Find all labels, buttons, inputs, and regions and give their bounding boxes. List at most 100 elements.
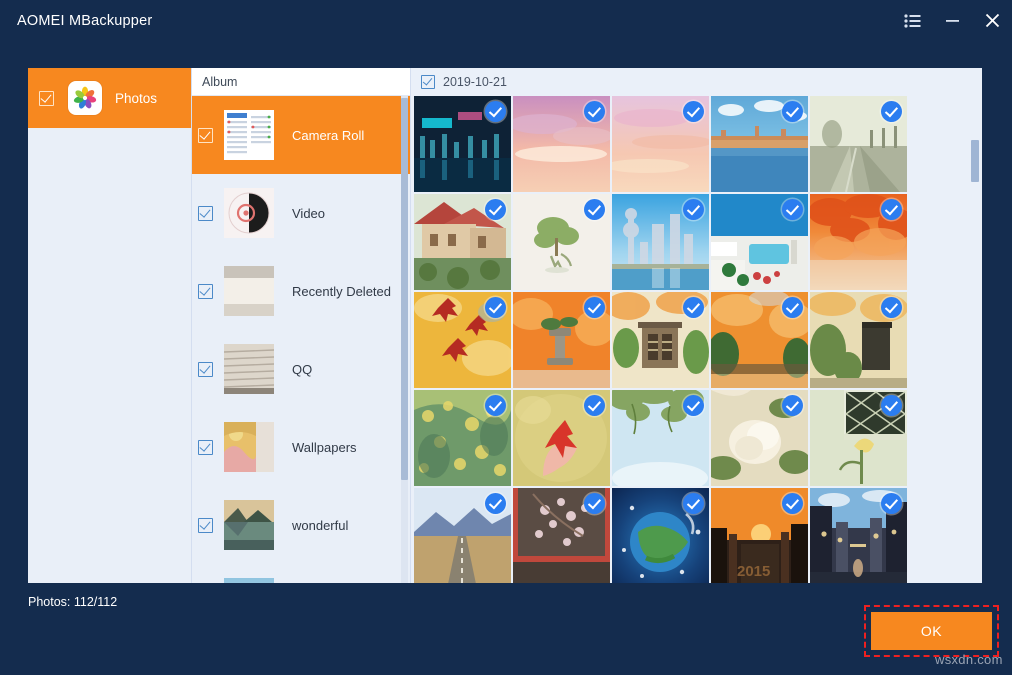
photo-selected-badge[interactable] bbox=[782, 395, 803, 416]
photo-thumbnail[interactable] bbox=[513, 292, 610, 388]
photos-checkbox[interactable] bbox=[39, 91, 54, 106]
photo-thumbnail[interactable]: 2015 bbox=[711, 488, 808, 584]
content-frame: Photos Album bbox=[0, 41, 1012, 675]
close-icon[interactable] bbox=[972, 0, 1012, 41]
photo-selected-badge[interactable] bbox=[683, 297, 704, 318]
photo-thumbnail[interactable] bbox=[612, 390, 709, 486]
app-title: AOMEI MBackupper bbox=[17, 13, 152, 29]
album-panel: Album bbox=[191, 68, 410, 624]
photo-selected-badge[interactable] bbox=[683, 199, 704, 220]
sidebar: Photos bbox=[28, 68, 191, 624]
album-checkbox[interactable] bbox=[198, 128, 213, 143]
ok-button[interactable]: OK bbox=[871, 612, 992, 650]
album-item-recently-deleted[interactable]: Recently Deleted bbox=[192, 252, 410, 330]
photo-selected-badge[interactable] bbox=[485, 297, 506, 318]
photo-selected-badge[interactable] bbox=[584, 297, 605, 318]
album-item-wallpapers[interactable]: Wallpapers bbox=[192, 408, 410, 486]
svg-text:2015: 2015 bbox=[737, 563, 770, 580]
photo-selected-badge[interactable] bbox=[683, 493, 704, 514]
album-scrollbar-thumb[interactable] bbox=[401, 98, 408, 480]
photo-thumbnail[interactable] bbox=[414, 292, 511, 388]
date-group-checkbox[interactable] bbox=[421, 75, 435, 89]
album-checkbox[interactable] bbox=[198, 440, 213, 455]
photo-thumbnail[interactable] bbox=[414, 194, 511, 290]
photo-selected-badge[interactable] bbox=[485, 493, 506, 514]
list-view-icon[interactable] bbox=[892, 0, 932, 41]
photo-thumbnail[interactable] bbox=[513, 390, 610, 486]
photo-selected-badge[interactable] bbox=[881, 297, 902, 318]
photo-thumbnail[interactable] bbox=[414, 96, 511, 192]
album-item-label: Recently Deleted bbox=[292, 284, 391, 299]
photo-thumbnail[interactable] bbox=[612, 96, 709, 192]
photo-thumbnail[interactable] bbox=[711, 390, 808, 486]
sidebar-item-label: Photos bbox=[115, 91, 157, 106]
photo-thumbnail[interactable] bbox=[612, 194, 709, 290]
photo-selected-badge[interactable] bbox=[881, 395, 902, 416]
photo-thumbnail[interactable] bbox=[513, 194, 610, 290]
photo-selected-badge[interactable] bbox=[782, 493, 803, 514]
photo-thumbnail[interactable] bbox=[711, 292, 808, 388]
photo-thumbnail[interactable] bbox=[810, 292, 907, 388]
album-header-label: Album bbox=[202, 75, 237, 89]
photos-count-status: Photos: 112/112 bbox=[28, 595, 117, 609]
watermark: wsxdn.com bbox=[935, 652, 1003, 667]
album-checkbox[interactable] bbox=[198, 284, 213, 299]
photo-thumbnail[interactable] bbox=[711, 96, 808, 192]
photo-selected-badge[interactable] bbox=[881, 199, 902, 220]
photo-selected-badge[interactable] bbox=[584, 101, 605, 122]
photo-thumbnail[interactable] bbox=[810, 390, 907, 486]
photo-thumbnail[interactable] bbox=[810, 96, 907, 192]
album-item-label: Video bbox=[292, 206, 325, 221]
photo-thumbnail[interactable] bbox=[810, 488, 907, 584]
photo-selected-badge[interactable] bbox=[485, 395, 506, 416]
photo-grid-scrollbar-thumb[interactable] bbox=[971, 140, 979, 182]
album-item-qq[interactable]: QQ bbox=[192, 330, 410, 408]
photo-selected-badge[interactable] bbox=[584, 395, 605, 416]
album-thumbnail bbox=[224, 500, 274, 550]
minimize-icon[interactable] bbox=[932, 0, 972, 41]
album-checkbox[interactable] bbox=[198, 518, 213, 533]
album-checkbox[interactable] bbox=[198, 206, 213, 221]
photo-thumbnail[interactable] bbox=[711, 194, 808, 290]
album-thumbnail bbox=[224, 110, 274, 160]
photo-selected-badge[interactable] bbox=[782, 101, 803, 122]
date-group-header[interactable]: 2019-10-21 bbox=[411, 68, 982, 96]
album-header: Album bbox=[192, 68, 410, 96]
album-item-label: QQ bbox=[292, 362, 312, 377]
album-item-label: wonderful bbox=[292, 518, 348, 533]
photo-thumbnail[interactable] bbox=[612, 488, 709, 584]
photo-thumbnail[interactable] bbox=[414, 488, 511, 584]
window-controls bbox=[892, 0, 1012, 41]
photo-selected-badge[interactable] bbox=[683, 395, 704, 416]
album-item-camera-roll[interactable]: Camera Roll bbox=[192, 96, 410, 174]
album-thumbnail bbox=[224, 422, 274, 472]
footer-bar: Photos: 112/112 OK bbox=[0, 583, 1012, 675]
album-thumbnail bbox=[224, 188, 274, 238]
photo-thumbnail[interactable] bbox=[513, 96, 610, 192]
photo-thumbnail[interactable] bbox=[513, 488, 610, 584]
photo-selected-badge[interactable] bbox=[584, 199, 605, 220]
album-item-label: Wallpapers bbox=[292, 440, 357, 455]
album-list: Camera Roll Video bbox=[192, 96, 410, 624]
photo-selected-badge[interactable] bbox=[485, 101, 506, 122]
sidebar-item-photos[interactable]: Photos bbox=[28, 68, 191, 128]
photo-selected-badge[interactable] bbox=[881, 493, 902, 514]
photo-thumbnail[interactable] bbox=[612, 292, 709, 388]
photo-selected-badge[interactable] bbox=[485, 199, 506, 220]
album-item-wonderful[interactable]: wonderful bbox=[192, 486, 410, 564]
album-item-label: Camera Roll bbox=[292, 128, 364, 143]
album-thumbnail bbox=[224, 266, 274, 316]
photo-selected-badge[interactable] bbox=[881, 101, 902, 122]
photo-selected-badge[interactable] bbox=[584, 493, 605, 514]
album-checkbox[interactable] bbox=[198, 362, 213, 377]
photos-app-icon bbox=[68, 81, 102, 115]
photo-selected-badge[interactable] bbox=[782, 199, 803, 220]
album-item-video[interactable]: Video bbox=[192, 174, 410, 252]
album-thumbnail bbox=[224, 344, 274, 394]
photo-thumbnail[interactable] bbox=[414, 390, 511, 486]
photo-grid: 2015 bbox=[411, 96, 982, 584]
photo-thumbnail[interactable] bbox=[810, 194, 907, 290]
photo-selected-badge[interactable] bbox=[782, 297, 803, 318]
panels: Photos Album bbox=[28, 68, 982, 624]
photo-selected-badge[interactable] bbox=[683, 101, 704, 122]
